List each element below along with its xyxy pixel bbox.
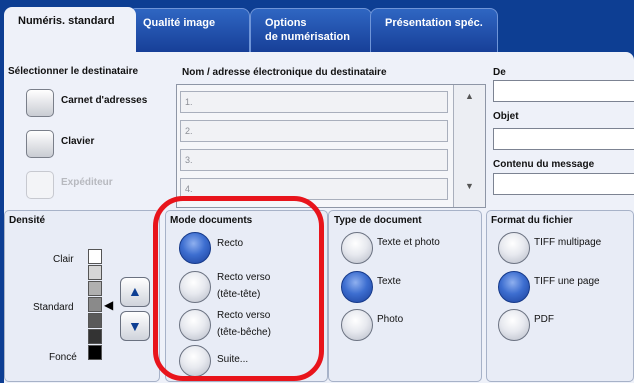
density-level (88, 281, 102, 296)
density-standard-label: Standard (33, 302, 74, 313)
address-book-label: Carnet d'adresses (61, 95, 148, 106)
document-type-text-label: Texte (377, 276, 401, 287)
recipient-row[interactable]: 1. (180, 91, 448, 113)
density-lighter-button[interactable]: ▲ (120, 277, 150, 307)
density-level (88, 313, 102, 328)
tab-scan-options[interactable]: Options de numérisation (250, 8, 372, 52)
document-type-photo-label: Photo (377, 314, 404, 325)
density-pointer-icon: ◀ (104, 298, 114, 312)
message-field[interactable] (493, 173, 634, 195)
document-type-box: Type de document Texte et photo Texte Ph… (328, 210, 482, 382)
document-type-text-radio[interactable] (341, 271, 373, 303)
density-level (88, 297, 102, 312)
density-level (88, 345, 102, 360)
recipient-scrollbar[interactable]: ▲ ▼ (453, 85, 485, 207)
keyboard-button[interactable] (26, 130, 54, 158)
recipient-list: 1. 2. 3. 4. ▲ ▼ (176, 84, 486, 208)
density-level (88, 265, 102, 280)
file-format-pdf-label: PDF (534, 314, 554, 325)
from-label: De (493, 67, 506, 78)
file-format-box: Format du fichier TIFF multipage TIFF un… (486, 210, 634, 382)
arrow-up-icon: ▲ (128, 283, 142, 299)
density-level (88, 249, 102, 264)
highlight-annotation (153, 196, 324, 381)
sender-label: Expéditeur (61, 177, 113, 188)
recipient-row[interactable]: 3. (180, 149, 448, 171)
recipient-row[interactable]: 2. (180, 120, 448, 142)
file-format-tiff-single-label: TIFF une page (534, 276, 600, 287)
document-type-title: Type de document (334, 215, 422, 226)
subject-label: Objet (493, 111, 519, 122)
file-format-pdf-radio[interactable] (498, 309, 530, 341)
subject-field[interactable] (493, 128, 634, 150)
density-light-label: Clair (53, 254, 74, 265)
tab-image-quality[interactable]: Qualité image (128, 8, 250, 52)
destination-title: Sélectionner le destinataire (8, 66, 139, 77)
file-format-tiff-single-radio[interactable] (498, 271, 530, 303)
document-type-text-photo-label: Texte et photo (377, 237, 440, 248)
scroll-up-icon[interactable]: ▲ (454, 91, 485, 113)
tab-standard-scan[interactable]: Numéris. standard (4, 7, 136, 59)
density-dark-label: Foncé (49, 352, 77, 363)
document-type-photo-radio[interactable] (341, 309, 373, 341)
tab-label: Présentation spéc. (385, 17, 483, 29)
tab-bar: Numéris. standard Qualité image Options … (0, 0, 634, 59)
tab-label: Numéris. standard (18, 15, 115, 27)
tab-label: Options de numérisation (265, 17, 350, 43)
tab-special-layout[interactable]: Présentation spéc. (370, 8, 498, 52)
file-format-tiff-multi-radio[interactable] (498, 232, 530, 264)
address-book-button[interactable] (26, 89, 54, 117)
message-label: Contenu du message (493, 159, 595, 170)
keyboard-label: Clavier (61, 136, 95, 147)
density-title: Densité (9, 215, 46, 226)
sender-button[interactable] (26, 171, 54, 199)
density-box: Densité Clair Standard Foncé ◀ ▲ ▼ (4, 210, 160, 382)
recipient-title: Nom / adresse électronique du destinatai… (182, 67, 387, 78)
scroll-down-icon[interactable]: ▼ (454, 181, 485, 203)
arrow-down-icon: ▼ (128, 318, 142, 334)
document-type-text-photo-radio[interactable] (341, 232, 373, 264)
file-format-tiff-multi-label: TIFF multipage (534, 237, 602, 248)
tab-label: Qualité image (143, 17, 216, 29)
from-field[interactable] (493, 80, 634, 102)
density-level (88, 329, 102, 344)
density-darker-button[interactable]: ▼ (120, 311, 150, 341)
file-format-title: Format du fichier (491, 215, 573, 226)
